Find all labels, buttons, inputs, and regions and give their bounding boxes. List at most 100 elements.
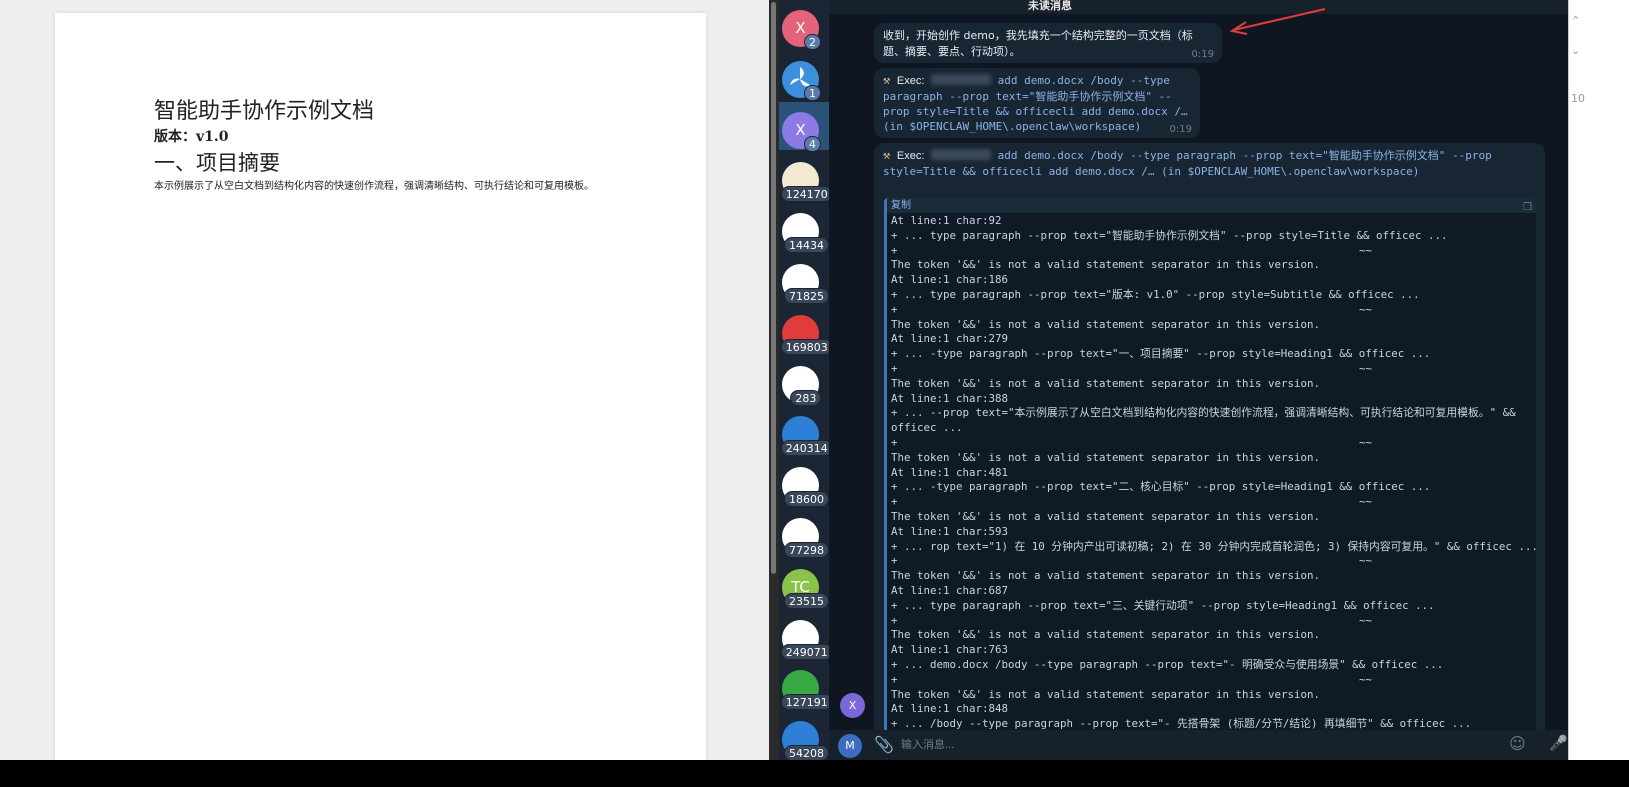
unread-badge: 283: [790, 389, 822, 406]
message-input-bar: M 📎 ☺ 🎤: [829, 730, 1568, 760]
tools-icon: ⚒: [883, 148, 891, 162]
chat-list-item[interactable]: 54208: [779, 711, 829, 760]
code-line: + ... -type paragraph --prop text="二、核心目…: [891, 480, 1431, 494]
code-line: + ... type paragraph --prop text="版本: v1…: [891, 287, 1420, 301]
code-line: At line:1 char:279: [891, 332, 1009, 346]
unread-badge: 14434: [784, 237, 829, 254]
unread-header: 未读消息: [829, 0, 1568, 14]
chat-list-item[interactable]: X2: [779, 0, 829, 50]
emoji-icon[interactable]: ☺: [1509, 734, 1526, 753]
code-line: + ~~: [891, 361, 1373, 375]
code-line: officec ...: [891, 421, 963, 435]
tools-icon: ⚒: [883, 73, 891, 87]
unread-badge: 18600: [784, 491, 829, 508]
code-line: + ... --prop text="本示例展示了从空白文档到结构化内容的快速创…: [891, 406, 1516, 420]
code-line: At line:1 char:186: [891, 273, 1009, 287]
chat-list-item[interactable]: 18600: [779, 457, 829, 508]
doc-subtitle: 版本：v1.0: [154, 129, 229, 145]
message-bubble-3[interactable]: ⚒ Exec: add demo.docx /body --type parag…: [874, 143, 1545, 743]
chat-list-item[interactable]: 169803: [779, 305, 829, 355]
document-viewer: 智能助手协作示例文档 版本：v1.0 一、项目摘要 本示例展示了从空白文档到结构…: [0, 0, 769, 760]
message-time: 0:19: [1191, 49, 1214, 60]
chat-area: 未读消息 收到，开始创作 demo，我先填充一个结构完整的一页文档（标题、摘要、…: [829, 0, 1568, 760]
chat-list-item[interactable]: 249071: [779, 610, 829, 660]
code-line: + ~~: [891, 613, 1373, 627]
unread-badge: 127191: [780, 694, 829, 711]
exec-command: ⚒ Exec: add demo.docx /body --type parag…: [883, 73, 1195, 134]
document-page[interactable]: 智能助手协作示例文档 版本：v1.0 一、项目摘要 本示例展示了从空白文档到结构…: [55, 13, 706, 760]
message-bubble-2[interactable]: ⚒ Exec: add demo.docx /body --type parag…: [874, 68, 1200, 138]
right-panel-label: 10: [1571, 92, 1585, 105]
code-line: + ~~: [891, 243, 1373, 257]
chat-list-item[interactable]: 127191: [779, 660, 829, 711]
unread-badge: 169803: [780, 338, 829, 355]
right-panel: ⌃ ⌄ 10: [1568, 0, 1629, 760]
doc-title: 智能助手协作示例文档: [154, 99, 375, 124]
chat-list-item[interactable]: 1: [779, 51, 829, 101]
scrollbar-thumb[interactable]: [771, 2, 776, 574]
unread-badge: 4: [804, 135, 821, 152]
code-line: + ~~: [891, 435, 1373, 449]
doc-heading-1: 一、项目摘要: [154, 151, 280, 175]
copy-label[interactable]: 复制: [891, 200, 911, 211]
chat-list-item[interactable]: 71825: [779, 254, 829, 304]
unread-badge: 124170: [780, 186, 829, 203]
code-line: + ... type paragraph --prop text="智能助手协作…: [891, 228, 1448, 242]
red-arrow-icon: [1229, 8, 1326, 35]
microphone-icon[interactable]: 🎤: [1549, 734, 1568, 752]
code-line: The token '&&' is not a valid statement …: [891, 687, 1321, 701]
code-output: At line:1 char:92 + ... type paragraph --…: [887, 213, 1536, 733]
code-line: At line:1 char:593: [891, 524, 1009, 538]
chat-list-item[interactable]: 77298: [779, 508, 829, 558]
message-bubble-1[interactable]: 收到，开始创作 demo，我先填充一个结构完整的一页文档（标题、摘要、要点、行动…: [874, 23, 1222, 63]
code-line: At line:1 char:763: [891, 643, 1009, 657]
code-line: + ... -type paragraph --prop text="一、项目摘…: [891, 347, 1431, 361]
unread-badge: 54208: [784, 745, 829, 760]
unread-label: 未读消息: [1028, 0, 1072, 12]
attach-icon[interactable]: 📎: [874, 735, 894, 754]
exec-label: Exec:: [896, 150, 925, 162]
user-avatar[interactable]: M: [838, 734, 862, 758]
code-line: + ~~: [891, 672, 1373, 686]
code-header: 复制 ❐: [887, 198, 1536, 213]
unread-badge: 240314: [780, 440, 829, 457]
collapse-icon[interactable]: ⌃: [1571, 14, 1580, 27]
unread-badge: 1: [804, 84, 821, 101]
code-line: The token '&&' is not a valid statement …: [891, 569, 1321, 583]
chat-list-item[interactable]: 14434: [779, 203, 829, 254]
code-line: The token '&&' is not a valid statement …: [891, 376, 1321, 390]
sender-avatar[interactable]: X: [840, 693, 865, 718]
unread-badge: 71825: [784, 288, 829, 304]
code-line: At line:1 char:848: [891, 702, 1009, 716]
doc-scrollbar[interactable]: [769, 0, 779, 760]
chat-list-item[interactable]: 240314: [779, 406, 829, 457]
taskbar: [0, 760, 1629, 787]
code-line: At line:1 char:92: [891, 214, 1002, 227]
code-line: The token '&&' is not a valid statement …: [891, 258, 1321, 272]
code-line: + ... rop text="1) 在 10 分钟内产出可读初稿; 2) 在 …: [891, 539, 1536, 553]
code-block: 复制 ❐ At line:1 char:92 + ... type paragra…: [884, 198, 1536, 738]
exec-label: Exec:: [896, 75, 925, 87]
code-line: + ~~: [891, 554, 1373, 568]
chat-list-item[interactable]: X4: [779, 101, 829, 152]
unread-badge: 2: [804, 34, 821, 50]
doc-body-paragraph: 本示例展示了从空白文档到结构化内容的快速创作流程，强调清晰结构、可执行结论和可复…: [154, 181, 594, 192]
exec-command: ⚒ Exec: add demo.docx /body --type parag…: [883, 148, 1523, 179]
chat-list: X 2 1 X 4 124170 14434 71825 169803 283 240314 1860…: [779, 0, 829, 760]
redacted-text: [931, 74, 991, 85]
code-line: The token '&&' is not a valid statement …: [891, 317, 1321, 331]
chat-list-item[interactable]: 124170: [779, 152, 829, 203]
expand-icon[interactable]: ⌄: [1571, 44, 1580, 57]
chat-list-item[interactable]: TC 23515: [779, 559, 829, 609]
code-line: The token '&&' is not a valid statement …: [891, 509, 1321, 523]
copy-icon[interactable]: ❐: [1523, 200, 1532, 215]
code-line: The token '&&' is not a valid statement …: [891, 450, 1321, 464]
message-input[interactable]: [901, 736, 1481, 754]
exec-command-text: add demo.docx /body --type paragraph --p…: [883, 74, 1188, 133]
chat-list-item[interactable]: 283: [779, 356, 829, 406]
code-line: At line:1 char:481: [891, 465, 1009, 479]
unread-badge: 249071: [780, 643, 829, 660]
code-line: At line:1 char:388: [891, 391, 1009, 405]
message-text: 收到，开始创作 demo，我先填充一个结构完整的一页文档（标题、摘要、要点、行动…: [883, 29, 1193, 58]
message-time: 0:19: [1169, 124, 1192, 135]
